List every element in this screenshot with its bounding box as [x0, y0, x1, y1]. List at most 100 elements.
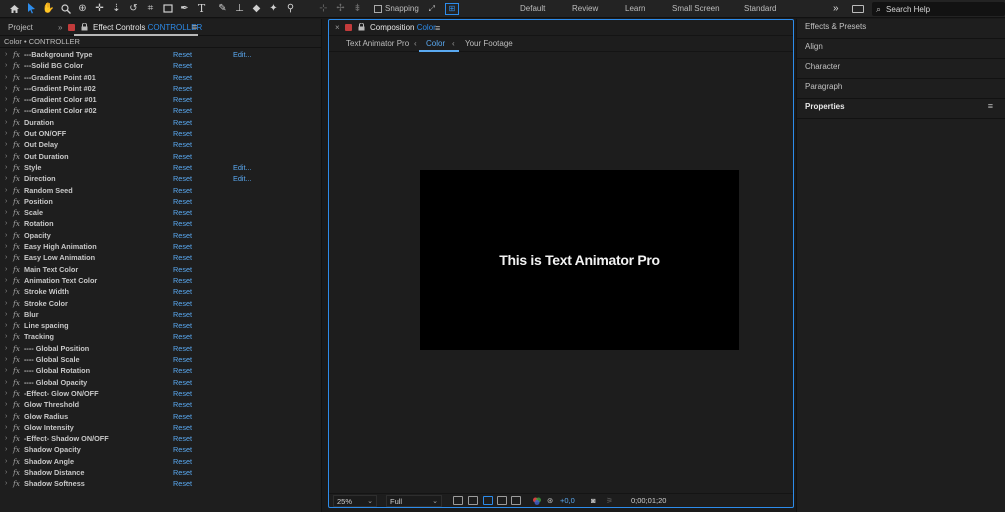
- workspace-menu-icon[interactable]: [852, 5, 864, 13]
- reset-link[interactable]: Reset: [173, 105, 192, 116]
- reset-link[interactable]: Reset: [173, 343, 192, 354]
- breadcrumb-text-animator-pro[interactable]: Text Animator Pro: [346, 36, 409, 52]
- expand-chevron-icon[interactable]: ›: [5, 478, 7, 489]
- anchor-point-icon[interactable]: ⌗: [144, 2, 157, 16]
- resolution-select[interactable]: Full ⌄: [386, 495, 442, 507]
- type-tool-icon[interactable]: T: [195, 2, 208, 16]
- expand-chevron-icon[interactable]: ›: [5, 252, 7, 263]
- rotate-tool-icon[interactable]: ↺: [127, 2, 140, 16]
- property-row[interactable]: › fx Out Duration Reset: [0, 151, 321, 162]
- property-row[interactable]: › fx ---Gradient Point #01 Reset: [0, 72, 321, 83]
- fx-toggle-icon[interactable]: fx: [13, 388, 20, 399]
- fx-toggle-icon[interactable]: fx: [13, 331, 20, 342]
- expand-chevron-icon[interactable]: ›: [5, 230, 7, 241]
- expand-chevron-icon[interactable]: ›: [5, 207, 7, 218]
- fx-toggle-icon[interactable]: fx: [13, 252, 20, 263]
- more-workspaces-button[interactable]: »: [833, 0, 839, 18]
- grid-guides-icon[interactable]: [497, 496, 507, 505]
- property-row[interactable]: › fx ---- Global Scale Reset: [0, 354, 321, 365]
- expand-chevron-icon[interactable]: ›: [5, 411, 7, 422]
- fx-toggle-icon[interactable]: fx: [13, 207, 20, 218]
- property-row[interactable]: › fx Shadow Angle Reset: [0, 456, 321, 467]
- expand-chevron-icon[interactable]: ›: [5, 320, 7, 331]
- expand-chevron-icon[interactable]: ›: [5, 309, 7, 320]
- color-management-icon[interactable]: [532, 496, 542, 506]
- property-row[interactable]: › fx Scale Reset: [0, 207, 321, 218]
- expand-chevron-icon[interactable]: ›: [5, 343, 7, 354]
- property-row[interactable]: › fx Direction Reset Edit...: [0, 173, 321, 184]
- expand-chevron-icon[interactable]: ›: [5, 241, 7, 252]
- property-row[interactable]: › fx Opacity Reset: [0, 230, 321, 241]
- expand-chevron-icon[interactable]: ›: [5, 286, 7, 297]
- expand-chevron-icon[interactable]: ›: [5, 422, 7, 433]
- composition-canvas[interactable]: This is Text Animator Pro: [420, 170, 739, 350]
- expand-chevron-icon[interactable]: ›: [5, 151, 7, 162]
- property-row[interactable]: › fx Rotation Reset: [0, 218, 321, 229]
- brush-tool-icon[interactable]: ✎: [216, 2, 229, 16]
- region-of-interest-icon[interactable]: [453, 496, 463, 505]
- reset-link[interactable]: Reset: [173, 49, 192, 60]
- reset-link[interactable]: Reset: [173, 252, 192, 263]
- fx-toggle-icon[interactable]: fx: [13, 218, 20, 229]
- expand-chevron-icon[interactable]: ›: [5, 83, 7, 94]
- expand-chevron-icon[interactable]: ›: [5, 105, 7, 116]
- expand-chevron-icon[interactable]: ›: [5, 275, 7, 286]
- mask-visibility-icon[interactable]: [483, 496, 493, 505]
- edit-link[interactable]: Edit...: [233, 162, 252, 173]
- reset-link[interactable]: Reset: [173, 320, 192, 331]
- property-row[interactable]: › fx Random Seed Reset: [0, 185, 321, 196]
- fx-toggle-icon[interactable]: fx: [13, 173, 20, 184]
- fx-toggle-icon[interactable]: fx: [13, 298, 20, 309]
- reset-link[interactable]: Reset: [173, 422, 192, 433]
- lock-icon[interactable]: [68, 24, 75, 31]
- snap-features-icon[interactable]: ⊞: [444, 2, 459, 15]
- workspace-default[interactable]: Default: [520, 0, 545, 18]
- selection-tool-icon[interactable]: [25, 2, 38, 16]
- pan-behind-icon[interactable]: ✛: [93, 2, 106, 16]
- expand-chevron-icon[interactable]: ›: [5, 433, 7, 444]
- tab-project[interactable]: Project: [8, 19, 33, 36]
- fx-toggle-icon[interactable]: fx: [13, 185, 20, 196]
- reset-link[interactable]: Reset: [173, 185, 192, 196]
- fx-toggle-icon[interactable]: fx: [13, 422, 20, 433]
- property-row[interactable]: › fx ---Gradient Color #01 Reset: [0, 94, 321, 105]
- reset-link[interactable]: Reset: [173, 241, 192, 252]
- reset-link[interactable]: Reset: [173, 411, 192, 422]
- workspace-learn[interactable]: Learn: [625, 0, 645, 18]
- panel-effects-presets[interactable]: Effects & Presets: [797, 19, 1005, 39]
- fx-toggle-icon[interactable]: fx: [13, 49, 20, 60]
- property-row[interactable]: › fx ---Gradient Point #02 Reset: [0, 83, 321, 94]
- property-row[interactable]: › fx Easy High Animation Reset: [0, 241, 321, 252]
- expand-chevron-icon[interactable]: ›: [5, 467, 7, 478]
- expand-chevron-icon[interactable]: ›: [5, 399, 7, 410]
- property-row[interactable]: › fx Glow Radius Reset: [0, 411, 321, 422]
- panel-align[interactable]: Align: [797, 39, 1005, 59]
- fx-toggle-icon[interactable]: fx: [13, 286, 20, 297]
- fx-toggle-icon[interactable]: fx: [13, 467, 20, 478]
- fx-toggle-icon[interactable]: fx: [13, 139, 20, 150]
- home-icon[interactable]: [8, 2, 21, 16]
- property-row[interactable]: › fx Position Reset: [0, 196, 321, 207]
- fx-toggle-icon[interactable]: fx: [13, 444, 20, 455]
- property-row[interactable]: › fx ---Gradient Color #02 Reset: [0, 105, 321, 116]
- property-row[interactable]: › fx Main Text Color Reset: [0, 264, 321, 275]
- search-help-field[interactable]: ⌕ Search Help: [872, 2, 1005, 16]
- expand-chevron-icon[interactable]: ›: [5, 162, 7, 173]
- panel-properties[interactable]: Properties ≡: [797, 99, 1005, 119]
- expand-chevron-icon[interactable]: ›: [5, 444, 7, 455]
- exposure-icon[interactable]: ⊛: [547, 494, 553, 508]
- show-snapshot-icon[interactable]: ⚞: [606, 494, 613, 508]
- expand-chevron-icon[interactable]: ›: [5, 456, 7, 467]
- padlock-icon[interactable]: [81, 23, 88, 31]
- reset-link[interactable]: Reset: [173, 128, 192, 139]
- workspace-small-screen[interactable]: Small Screen: [672, 0, 720, 18]
- expand-chevron-icon[interactable]: ›: [5, 72, 7, 83]
- reset-link[interactable]: Reset: [173, 83, 192, 94]
- close-tab-icon[interactable]: »: [58, 19, 62, 36]
- reset-link[interactable]: Reset: [173, 94, 192, 105]
- rectangle-tool-icon[interactable]: [161, 2, 174, 16]
- property-list-scrollbar[interactable]: [312, 49, 320, 512]
- expand-chevron-icon[interactable]: ›: [5, 388, 7, 399]
- reset-link[interactable]: Reset: [173, 151, 192, 162]
- expand-chevron-icon[interactable]: ›: [5, 173, 7, 184]
